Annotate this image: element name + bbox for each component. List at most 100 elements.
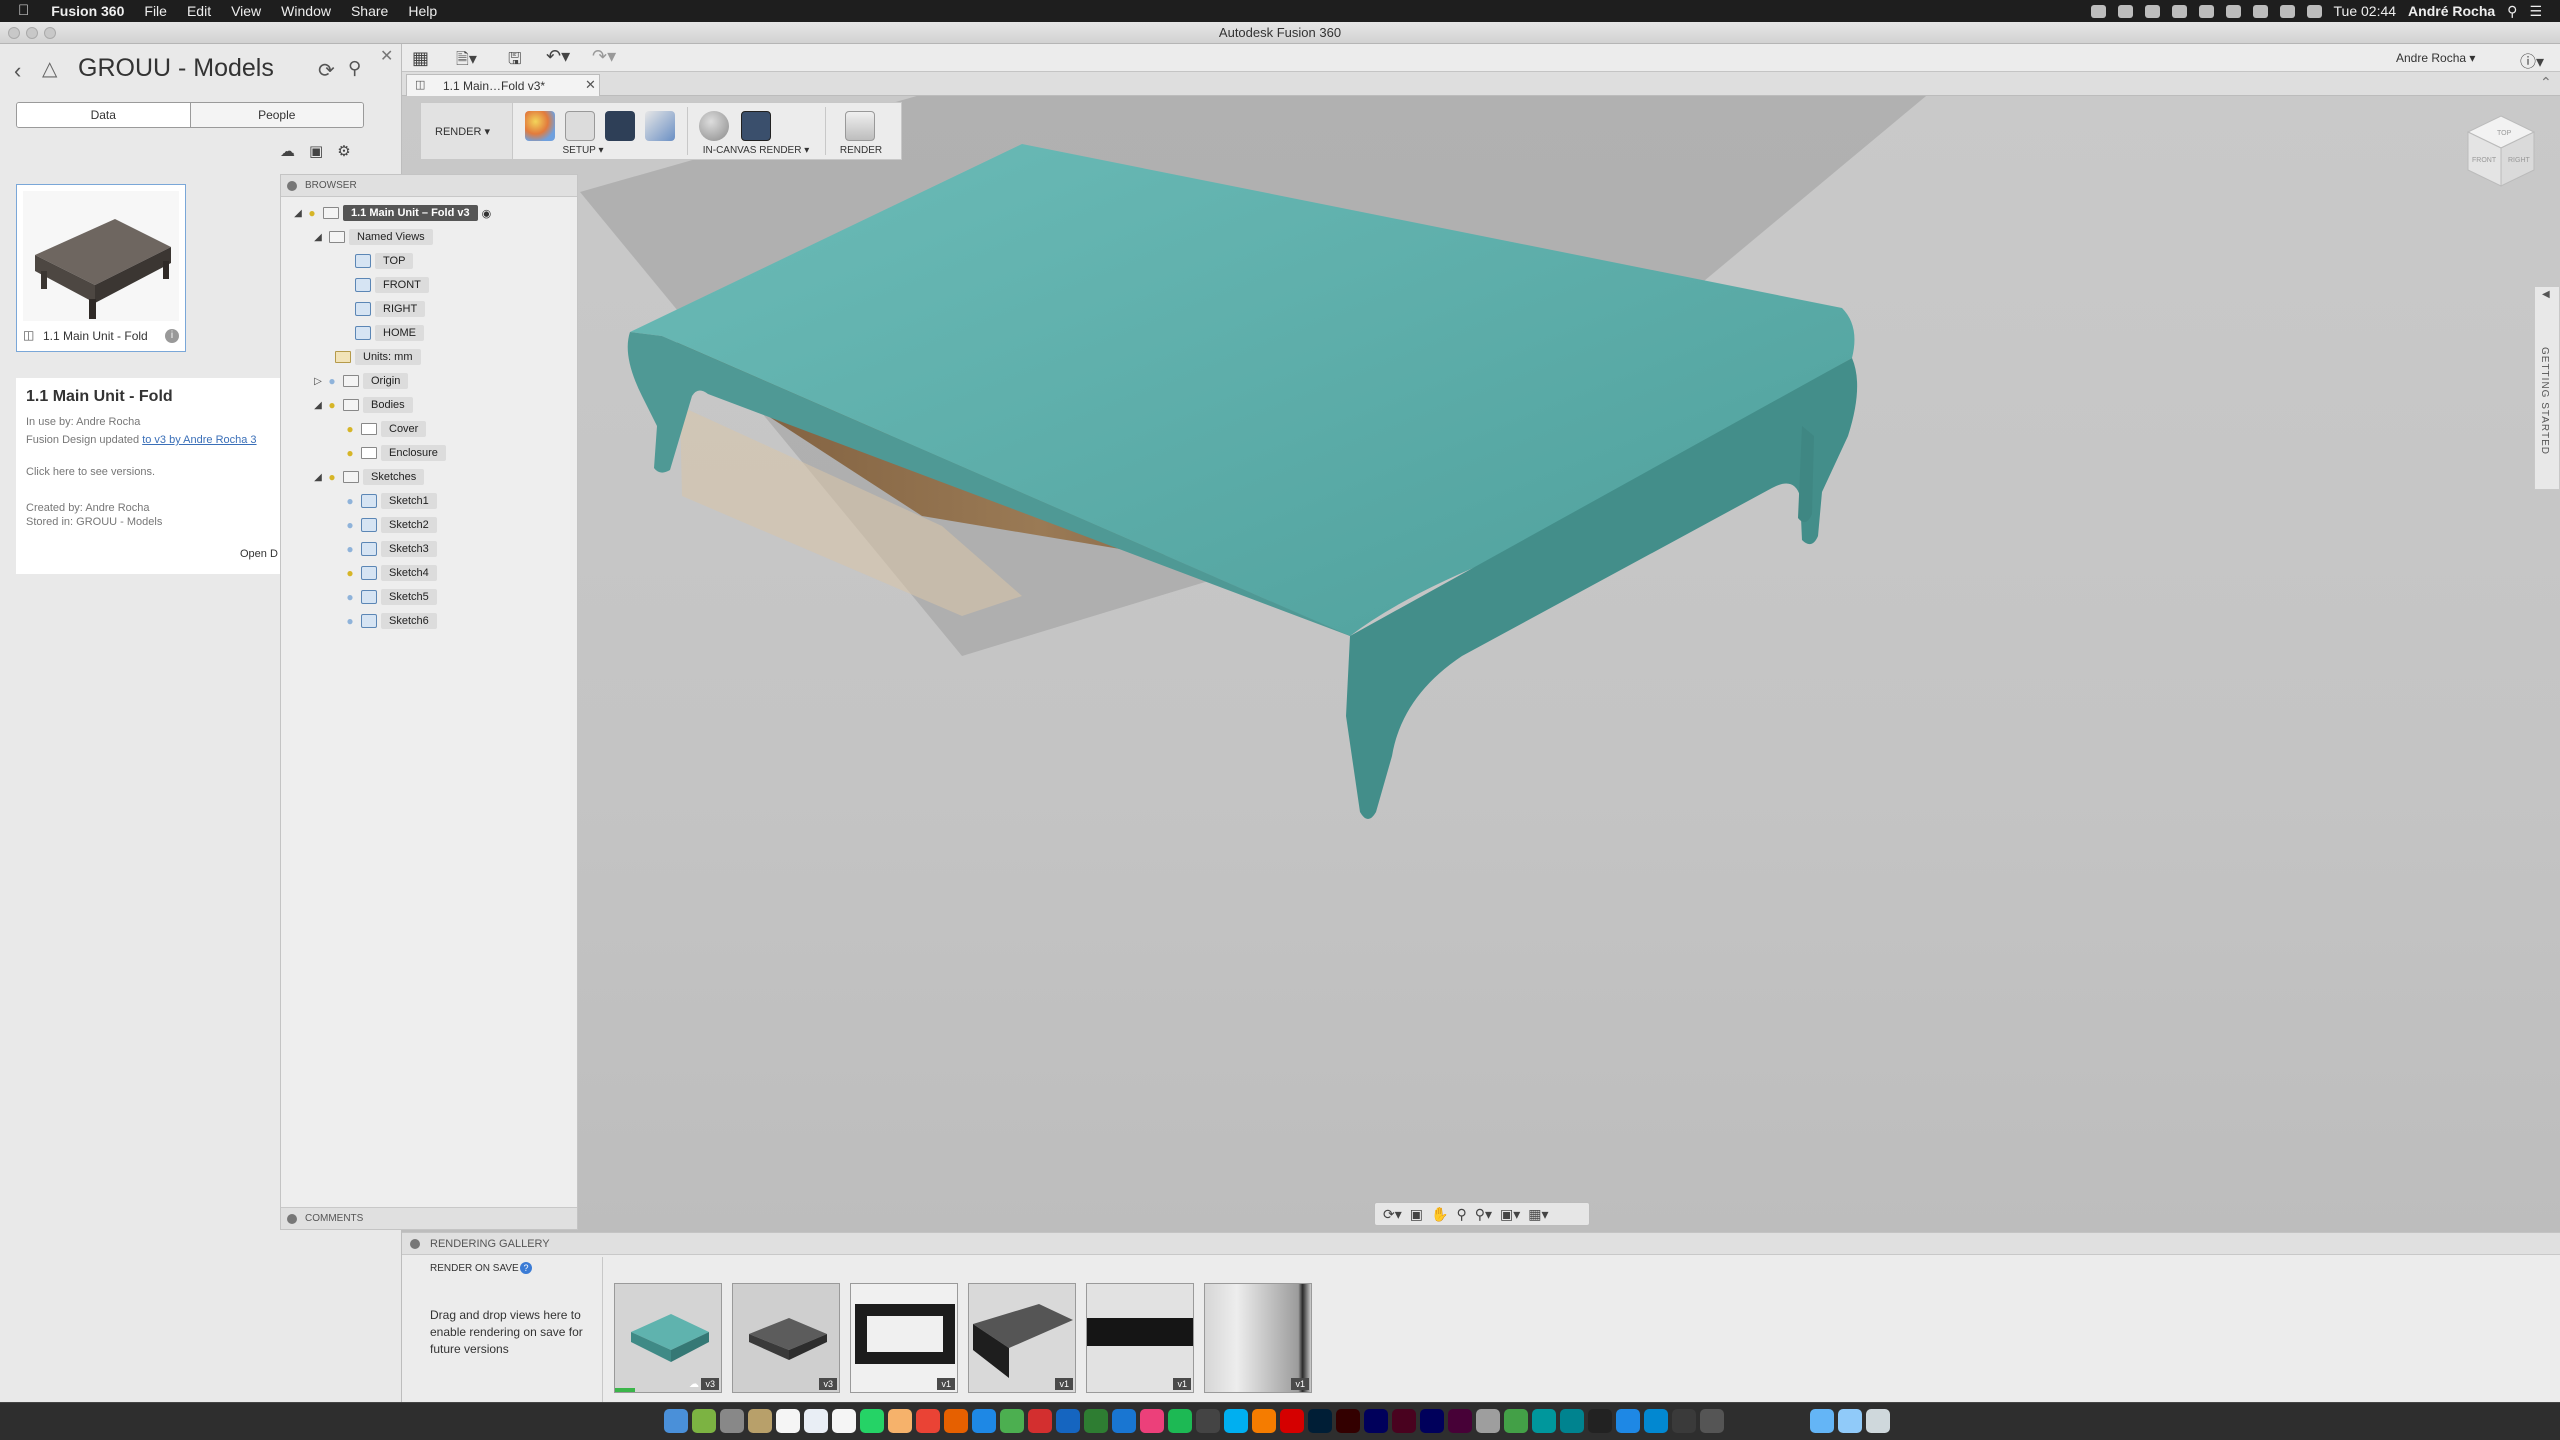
search-icon[interactable]: ⚲ bbox=[348, 58, 361, 79]
skype-icon[interactable] bbox=[1224, 1409, 1248, 1433]
system-preferences-icon[interactable] bbox=[720, 1409, 744, 1433]
undo-icon[interactable]: ↶▾ bbox=[546, 46, 570, 67]
render-thumbnail[interactable]: v1 bbox=[850, 1283, 958, 1393]
after-effects-icon[interactable] bbox=[1364, 1409, 1388, 1433]
setup-group-label[interactable]: SETUP ▾ bbox=[483, 145, 683, 156]
spotlight-icon[interactable]: ⚲ bbox=[2507, 3, 2517, 20]
tree-root[interactable]: ◢ ● 1.1 Main Unit – Fold v3 ◉ bbox=[291, 203, 491, 223]
upload-icon[interactable]: ☁ bbox=[280, 142, 295, 160]
illustrator-icon[interactable] bbox=[1336, 1409, 1360, 1433]
visibility-bulb-icon[interactable]: ● bbox=[343, 494, 357, 508]
tree-units[interactable]: Units: mm bbox=[331, 347, 421, 367]
menu-help[interactable]: Help bbox=[398, 0, 447, 22]
github-icon[interactable] bbox=[1196, 1409, 1220, 1433]
design-card[interactable]: ◫ 1.1 Main Unit - Fold i bbox=[16, 184, 186, 352]
grid-settings-icon[interactable]: ▦▾ bbox=[1528, 1206, 1548, 1223]
render-thumbnail[interactable]: ☁ v3 bbox=[614, 1283, 722, 1393]
word-icon[interactable] bbox=[1056, 1409, 1080, 1433]
redo-icon[interactable]: ↷▾ bbox=[592, 46, 616, 67]
bluetooth-icon[interactable] bbox=[2279, 4, 2295, 18]
itunes-icon[interactable] bbox=[1140, 1409, 1164, 1433]
xd-icon[interactable] bbox=[1448, 1409, 1472, 1433]
comments-header[interactable]: COMMENTS bbox=[281, 1207, 577, 1229]
close-icon[interactable]: ✕ bbox=[380, 46, 393, 66]
open-details-link[interactable]: Open D bbox=[240, 548, 278, 560]
gallery-header[interactable]: RENDERING GALLERY bbox=[402, 1233, 2560, 1255]
tree-sketch[interactable]: ● Sketch4 bbox=[343, 563, 437, 583]
menu-share[interactable]: Share bbox=[341, 0, 398, 22]
tab-people[interactable]: People bbox=[189, 103, 363, 127]
render-teapot-icon[interactable] bbox=[845, 111, 875, 141]
visibility-bulb-icon[interactable]: ● bbox=[325, 470, 339, 484]
maps-icon[interactable] bbox=[1504, 1409, 1528, 1433]
tree-origin[interactable]: ▷ ● Origin bbox=[311, 371, 409, 391]
document-tab[interactable]: ◫ 1.1 Main…Fold v3* ✕ bbox=[406, 74, 600, 96]
clock[interactable]: Tue 02:44 bbox=[2334, 3, 2397, 19]
chrome-canary-icon[interactable] bbox=[888, 1409, 912, 1433]
visibility-bulb-icon[interactable]: ● bbox=[325, 374, 339, 388]
browser-header[interactable]: BROWSER bbox=[281, 175, 577, 197]
firefox-icon[interactable] bbox=[944, 1409, 968, 1433]
xcode-icon[interactable] bbox=[1616, 1409, 1640, 1433]
refresh-icon[interactable]: ⟳ bbox=[318, 58, 335, 83]
visibility-bulb-icon[interactable]: ● bbox=[343, 614, 357, 628]
visibility-bulb-icon[interactable]: ● bbox=[343, 518, 357, 532]
design-viewport[interactable] bbox=[402, 96, 2560, 1232]
indesign-icon[interactable] bbox=[1392, 1409, 1416, 1433]
expand-comments-icon[interactable] bbox=[287, 1214, 297, 1224]
render-thumbnail[interactable]: v1 bbox=[1086, 1283, 1194, 1393]
finder-icon[interactable] bbox=[664, 1409, 688, 1433]
versions-hint[interactable]: Click here to see versions. bbox=[26, 466, 155, 478]
tree-sketch[interactable]: ● Sketch6 bbox=[343, 611, 437, 631]
zoom-icon[interactable]: ⚲ bbox=[1456, 1206, 1466, 1223]
view-cube[interactable]: TOP FRONT RIGHT bbox=[2464, 112, 2538, 202]
help-icon[interactable]: ⓘ▾ bbox=[2520, 48, 2544, 72]
expand-icon[interactable]: ◢ bbox=[311, 232, 325, 243]
chat-icon[interactable] bbox=[2225, 4, 2241, 18]
preview-icon[interactable] bbox=[804, 1409, 828, 1433]
activate-radio-icon[interactable]: ◉ bbox=[482, 207, 492, 220]
tab-data[interactable]: Data bbox=[17, 103, 190, 127]
look-at-icon[interactable]: ▣ bbox=[1410, 1206, 1423, 1223]
tree-sketch[interactable]: ● Sketch3 bbox=[343, 539, 437, 559]
file-menu-icon[interactable]: 🗎▾ bbox=[456, 48, 477, 75]
tree-view-front[interactable]: FRONT bbox=[351, 275, 429, 295]
trash-icon[interactable] bbox=[1866, 1409, 1890, 1433]
calendar-icon[interactable] bbox=[776, 1409, 800, 1433]
visibility-bulb-icon[interactable]: ● bbox=[343, 446, 357, 460]
tree-view-right[interactable]: RIGHT bbox=[351, 299, 426, 319]
utility-icon[interactable] bbox=[1476, 1409, 1500, 1433]
back-icon[interactable]: ‹ bbox=[14, 58, 21, 84]
scene-settings-icon[interactable] bbox=[565, 111, 595, 141]
menu-window[interactable]: Window bbox=[271, 0, 341, 22]
expand-icon[interactable]: ◢ bbox=[311, 400, 325, 411]
fusion-360-icon[interactable] bbox=[1252, 1409, 1276, 1433]
tree-sketch[interactable]: ● Sketch1 bbox=[343, 491, 437, 511]
safari-icon[interactable] bbox=[972, 1409, 996, 1433]
visibility-bulb-icon[interactable]: ● bbox=[325, 398, 339, 412]
dropbox-icon[interactable] bbox=[2090, 4, 2106, 18]
data-panel-toggle-icon[interactable]: ▦ bbox=[412, 48, 429, 69]
app-store-icon[interactable] bbox=[1112, 1409, 1136, 1433]
render-settings-icon[interactable] bbox=[741, 111, 771, 141]
close-window-button[interactable] bbox=[8, 27, 20, 39]
in-canvas-render-group-label[interactable]: IN-CANVAS RENDER ▾ bbox=[691, 145, 821, 156]
acrobat-icon[interactable] bbox=[1280, 1409, 1304, 1433]
visibility-bulb-icon[interactable]: ● bbox=[343, 422, 357, 436]
display-icon[interactable] bbox=[2252, 4, 2268, 18]
collapse-toolbar-icon[interactable]: ⌃ bbox=[2540, 74, 2552, 91]
spotify-icon[interactable] bbox=[1168, 1409, 1192, 1433]
numbers-icon[interactable] bbox=[1000, 1409, 1024, 1433]
minimize-window-button[interactable] bbox=[26, 27, 38, 39]
arduino-create-icon[interactable] bbox=[1560, 1409, 1584, 1433]
notification-center-icon[interactable]: ☰ bbox=[2529, 3, 2542, 20]
menu-edit[interactable]: Edit bbox=[177, 0, 221, 22]
script-editor-icon[interactable] bbox=[1700, 1409, 1724, 1433]
collapse-gallery-icon[interactable] bbox=[410, 1239, 420, 1249]
excel-icon[interactable] bbox=[1084, 1409, 1108, 1433]
user-menu[interactable]: André Rocha bbox=[2408, 3, 2495, 19]
render-thumbnail[interactable]: v1 bbox=[968, 1283, 1076, 1393]
premiere-icon[interactable] bbox=[1420, 1409, 1444, 1433]
tree-sketch[interactable]: ● Sketch2 bbox=[343, 515, 437, 535]
tree-named-views[interactable]: ◢ Named Views bbox=[311, 227, 433, 247]
